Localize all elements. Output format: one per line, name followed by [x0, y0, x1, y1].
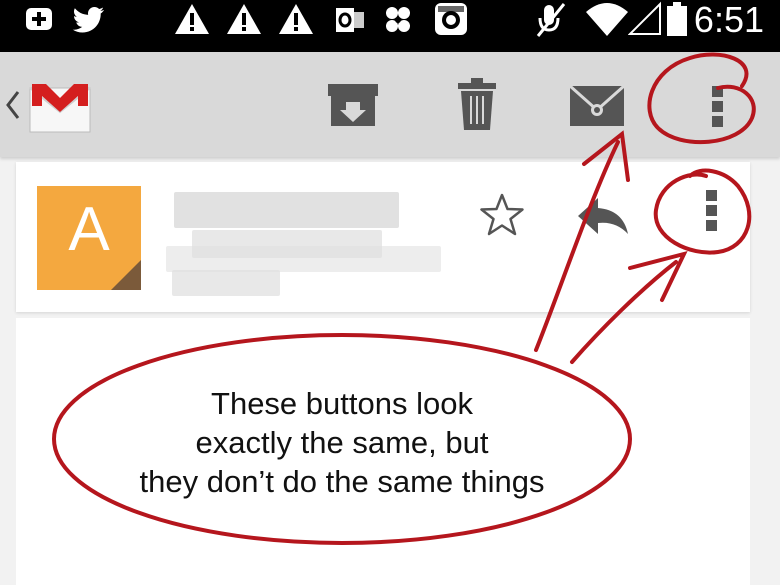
- overflow-menu-icon[interactable]: [710, 84, 726, 128]
- instagram-icon: [435, 3, 467, 35]
- avatar-corner-badge: [111, 260, 141, 290]
- warning-icon: [279, 4, 313, 34]
- overflow-menu-icon[interactable]: [704, 188, 720, 232]
- wifi-icon: [586, 3, 628, 36]
- cell-signal-icon: [628, 1, 661, 35]
- reply-icon[interactable]: [576, 196, 632, 238]
- warning-icon: [175, 4, 209, 34]
- twitter-icon: [72, 7, 104, 33]
- email-header-card: A: [16, 162, 750, 312]
- annotation-line: These buttons look: [211, 386, 473, 421]
- add-box-icon: [26, 8, 52, 30]
- warning-icon: [227, 4, 261, 34]
- annotation-line: they don’t do the same things: [139, 464, 545, 499]
- annotation-callout-text: These buttons look exactly the same, but…: [92, 384, 592, 501]
- action-bar: [0, 52, 780, 157]
- delete-icon[interactable]: [456, 76, 498, 132]
- gmail-logo: [29, 84, 91, 133]
- avatar-initial: A: [68, 195, 110, 264]
- archive-icon[interactable]: [326, 80, 380, 130]
- pinwheel-icon: [386, 7, 410, 32]
- annotation-line: exactly the same, but: [195, 425, 489, 460]
- status-clock: 6:51: [693, 0, 764, 40]
- back-chevron-icon: [6, 91, 20, 119]
- outlook-icon: [336, 8, 364, 32]
- mark-unread-icon[interactable]: [568, 84, 626, 128]
- up-button[interactable]: [4, 74, 96, 140]
- mute-icon: [536, 3, 566, 37]
- battery-icon: [667, 2, 687, 36]
- star-icon[interactable]: [478, 192, 526, 238]
- sender-avatar[interactable]: A: [37, 186, 141, 290]
- status-bar: 6:51: [0, 0, 780, 52]
